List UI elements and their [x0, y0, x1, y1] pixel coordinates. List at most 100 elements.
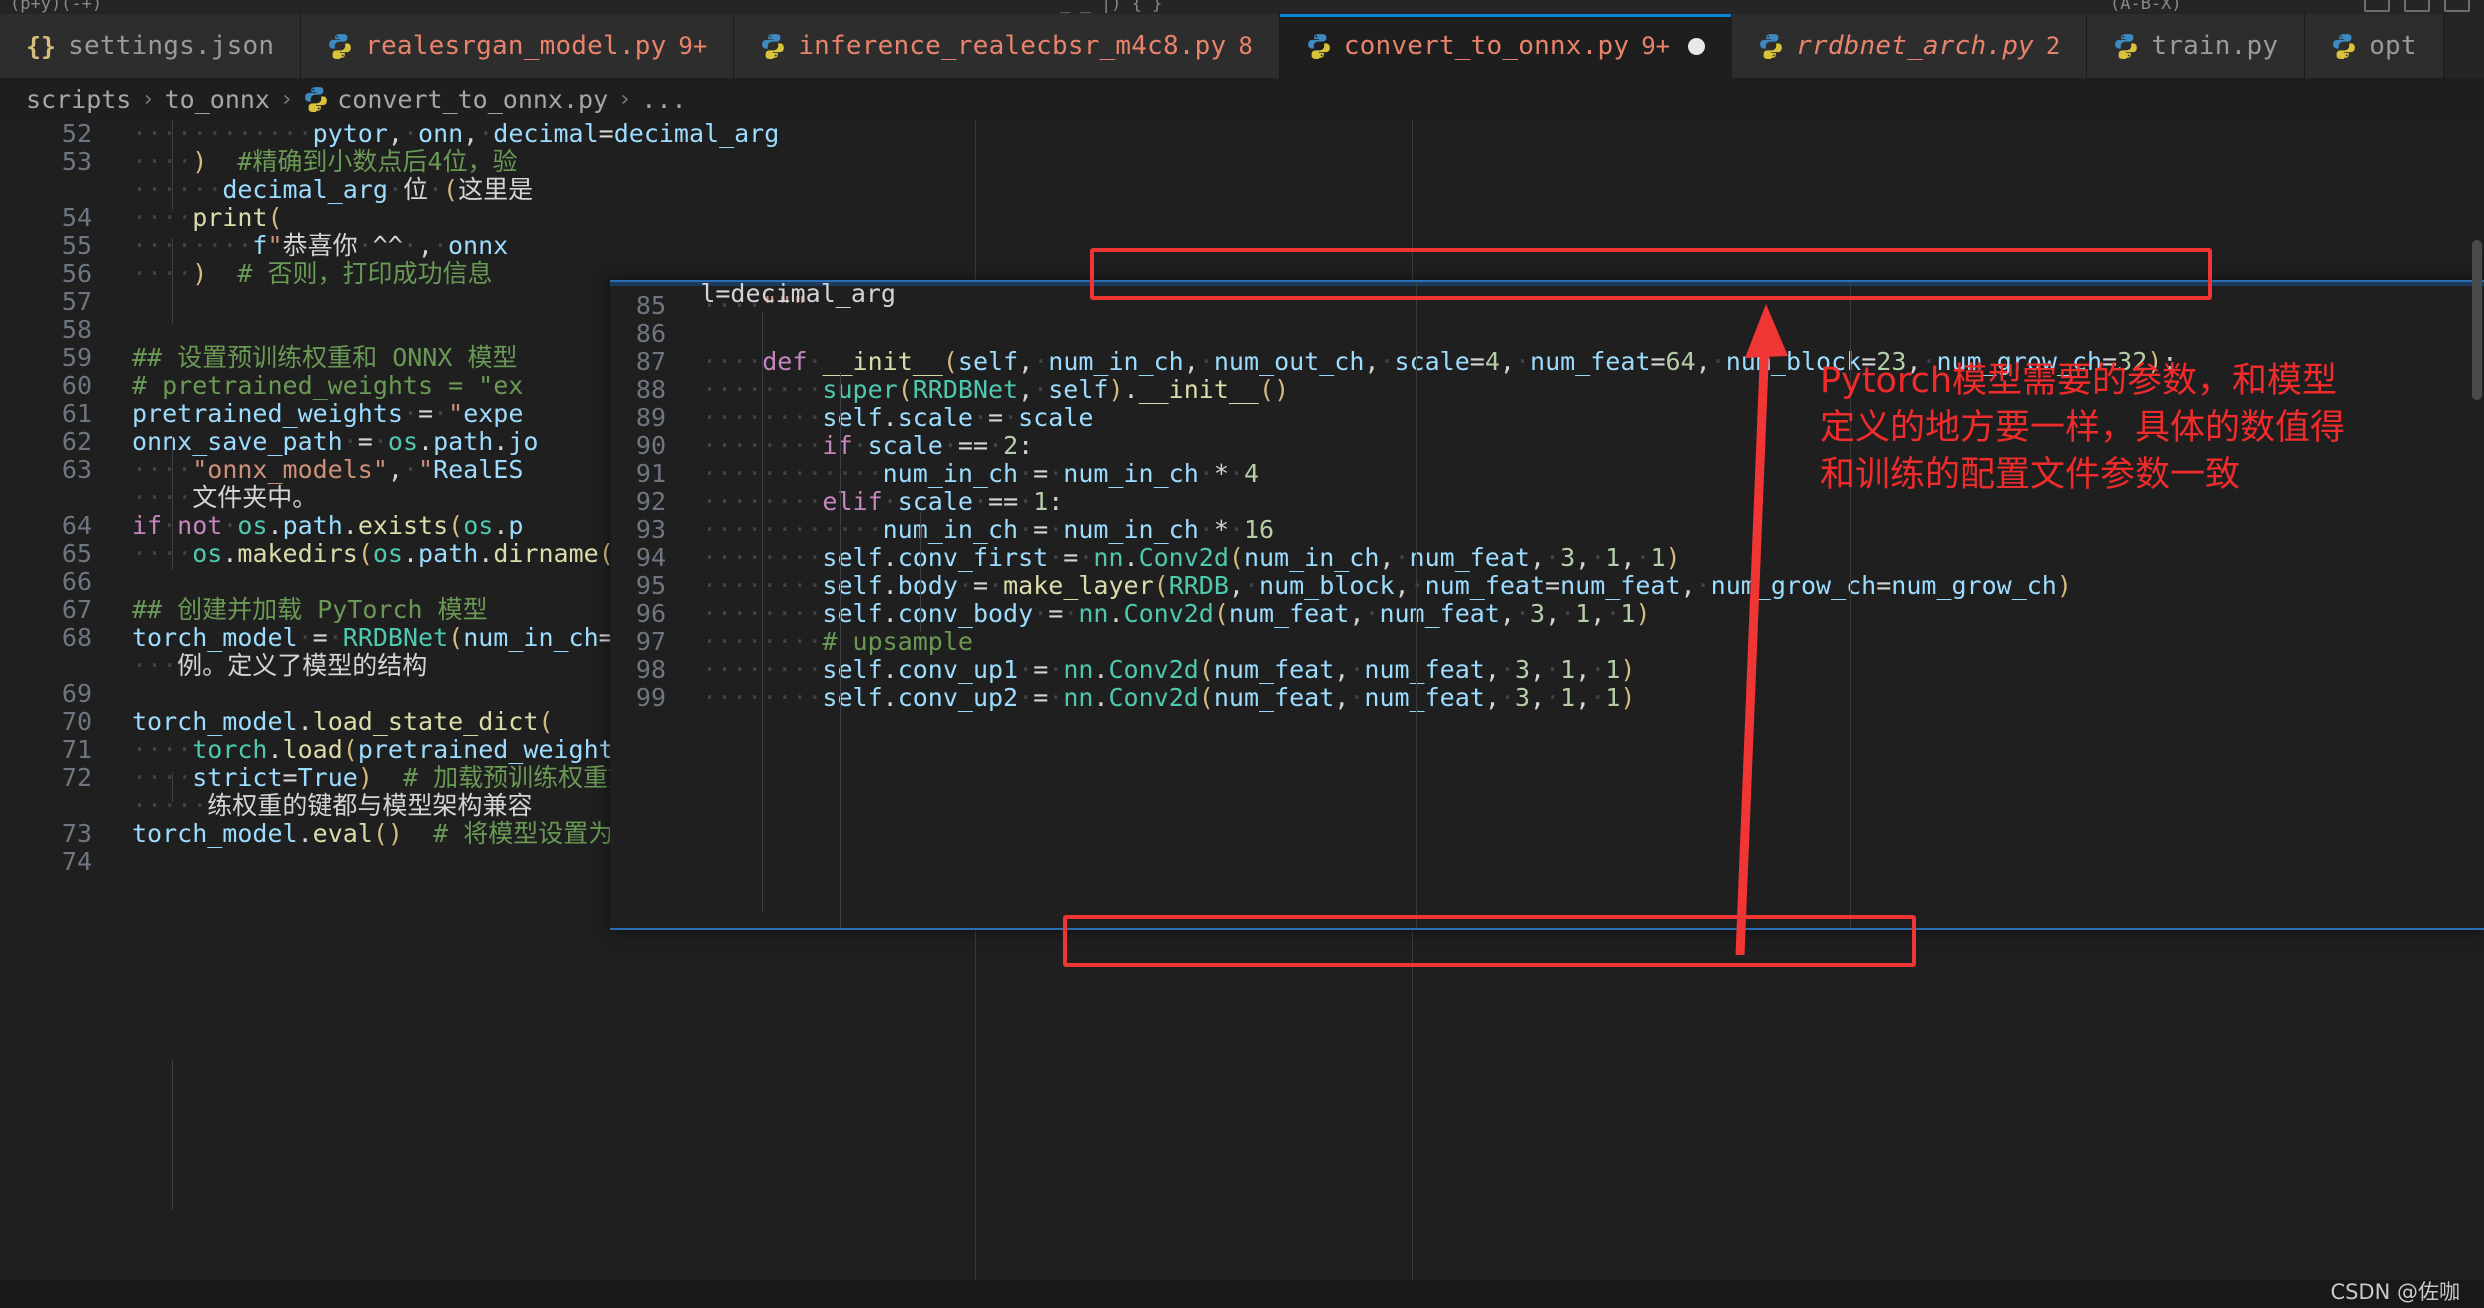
code-editor[interactable]: 52 ············pytor,·onn,·decimal=decima…	[0, 120, 2484, 1280]
token: =	[1545, 571, 1561, 600]
line-number: 74	[61, 847, 92, 876]
token: ,	[1545, 599, 1561, 628]
token: 你	[332, 231, 358, 260]
function-name: makedirs	[237, 539, 358, 568]
token: 架	[432, 791, 458, 820]
code-line[interactable]: 55 ········f"恭喜你·^^·,·onnx	[0, 232, 2484, 260]
number-literal: 1	[1033, 487, 1049, 516]
code-text: ········super(RRDBNet,·self).__init__()	[702, 375, 1290, 404]
editor-tab-bar[interactable]: {} settings.json realesrgan_model.py 9+ infe…	[0, 14, 2484, 78]
panel-toggle-icon[interactable]	[2404, 0, 2430, 12]
peek-lines[interactable]: 85 ····""" 86 87 ····def·__init__(self,·num_…	[610, 292, 2484, 712]
code-text: ······decimal_arg·位·(这里是	[132, 175, 534, 204]
code-line[interactable]: 97 ········# upsample	[610, 628, 2484, 656]
identifier: num_in_ch	[1063, 515, 1199, 544]
token: .	[882, 683, 898, 712]
tab-convert-to-onnx-py[interactable]: convert_to_onnx.py 9+	[1279, 14, 1733, 78]
tab-opt[interactable]: opt	[2305, 14, 2444, 78]
python-icon	[1307, 34, 1330, 59]
tab-rrdbnet-arch-py[interactable]: rrdbnet_arch.py 2	[1732, 14, 2088, 78]
token: 喜	[307, 231, 333, 260]
window-controls[interactable]	[2364, 0, 2470, 12]
unsaved-dot-icon	[1688, 37, 1706, 55]
string-literal: "	[418, 455, 434, 484]
breadcrumb-item[interactable]: scripts	[26, 85, 131, 114]
token: =	[1063, 543, 1079, 572]
tab-realesrgan-model-py[interactable]: realesrgan_model.py 9+	[301, 14, 735, 78]
line-number: 66	[61, 567, 92, 596]
function-name: dirname	[493, 539, 599, 568]
code-line[interactable]: 94 ········self.conv_first·=·nn.Conv2d(nu…	[610, 544, 2484, 572]
token: =	[1033, 515, 1049, 544]
ghost-title-center: _ _ |) { }	[1060, 0, 1163, 14]
keyword: if	[822, 431, 853, 460]
function-name: exists	[357, 511, 449, 540]
breadcrumb-item[interactable]: convert_to_onnx.py	[303, 85, 608, 114]
token: ,	[1379, 543, 1395, 572]
paren: (	[1198, 655, 1214, 684]
code-line[interactable]: 99 ········self.conv_up2·=·nn.Conv2d(num_…	[610, 684, 2484, 712]
code-text: # pretrained_weights = "ex	[132, 372, 523, 400]
line-number: 71	[61, 735, 92, 764]
token: ,	[1575, 683, 1591, 712]
editor-scrollbar[interactable]	[2470, 120, 2484, 1280]
paren: )	[1635, 599, 1651, 628]
python-icon	[305, 87, 328, 112]
code-line[interactable]: 95 ········self.body·=·make_layer(RRDB,·n…	[610, 572, 2484, 600]
identifier: conv_up1	[897, 655, 1019, 684]
identifier: scale	[897, 403, 973, 432]
number-literal: 1	[1620, 599, 1636, 628]
paren: )	[2056, 571, 2072, 600]
code-line[interactable]: 93 ············num_in_ch·=·num_in_ch·*·16	[610, 516, 2484, 544]
token: ,	[417, 231, 433, 260]
class-name: super	[822, 375, 898, 404]
code-text: ····"onnx_models",·"RealES	[132, 455, 524, 484]
code-line[interactable]: 54 ····print(	[0, 204, 2484, 232]
code-line[interactable]: 98 ········self.conv_up1·=·nn.Conv2d(num_…	[610, 656, 2484, 684]
code-line[interactable]: 52 ············pytor,·onn,·decimal=decima…	[0, 120, 2484, 148]
code-text: ········self.body·=·make_layer(RRDB,·num…	[702, 571, 2072, 600]
tab-settings-json[interactable]: {} settings.json	[0, 14, 302, 78]
token: .	[1108, 599, 1124, 628]
tab-train-py[interactable]: train.py	[2087, 14, 2306, 78]
code-text: ····print(	[132, 204, 283, 232]
code-text: ···例。定义了模型的结构	[132, 652, 427, 680]
token: 件	[217, 483, 243, 512]
split-editor-icon[interactable]	[2364, 0, 2390, 12]
ghost-title-left: (p+y)(-+)	[10, 0, 103, 14]
code-line[interactable]: 96 ········self.conv_body·=·nn.Conv2d(num…	[610, 600, 2484, 628]
tab-label: convert_to_onnx.py	[1343, 31, 1630, 61]
paren: (	[538, 707, 554, 736]
token: ,	[1529, 543, 1546, 572]
token: =	[972, 571, 989, 600]
number-literal: 3	[1514, 683, 1531, 712]
paren: (	[1259, 375, 1275, 404]
class-name: os	[237, 511, 268, 540]
breadcrumb-item[interactable]: ...	[641, 85, 686, 114]
code-text: ············num_in_ch·=·num_in_ch·*·16	[702, 515, 1275, 544]
line-number: 93	[635, 515, 666, 544]
keyword: if	[132, 511, 163, 540]
tab-inference-realecbsr-m4c8-py[interactable]: inference_realecbsr_m4c8.py 8	[734, 14, 1280, 78]
number-literal: 4	[1484, 347, 1500, 376]
identifier: num_feat	[1213, 655, 1335, 684]
token: .	[267, 511, 283, 540]
indent-dots: ······	[132, 175, 223, 204]
breadcrumb-item[interactable]: to_onnx	[165, 85, 270, 114]
layout-icon[interactable]	[2444, 0, 2470, 12]
paren: )	[192, 147, 208, 176]
identifier: self	[822, 543, 883, 572]
code-line[interactable]: 86	[610, 320, 2484, 348]
scrollbar-thumb[interactable]	[2472, 240, 2482, 400]
indent-dots: ····	[132, 455, 193, 484]
line-number: 68	[61, 623, 92, 652]
code-text: ········# upsample	[702, 628, 973, 656]
token: .	[493, 511, 509, 540]
code-line[interactable]: 53 ····) #精确到小数点后4位，验	[0, 148, 2484, 176]
breadcrumb[interactable]: scripts › to_onnx › convert_to_onnx.py ›...	[0, 78, 2484, 120]
token: =	[972, 431, 989, 460]
token: ,	[463, 120, 479, 148]
token: ,	[1575, 655, 1591, 684]
token: =	[1650, 347, 1666, 376]
code-line[interactable]: ······decimal_arg·位·(这里是	[0, 176, 2484, 204]
